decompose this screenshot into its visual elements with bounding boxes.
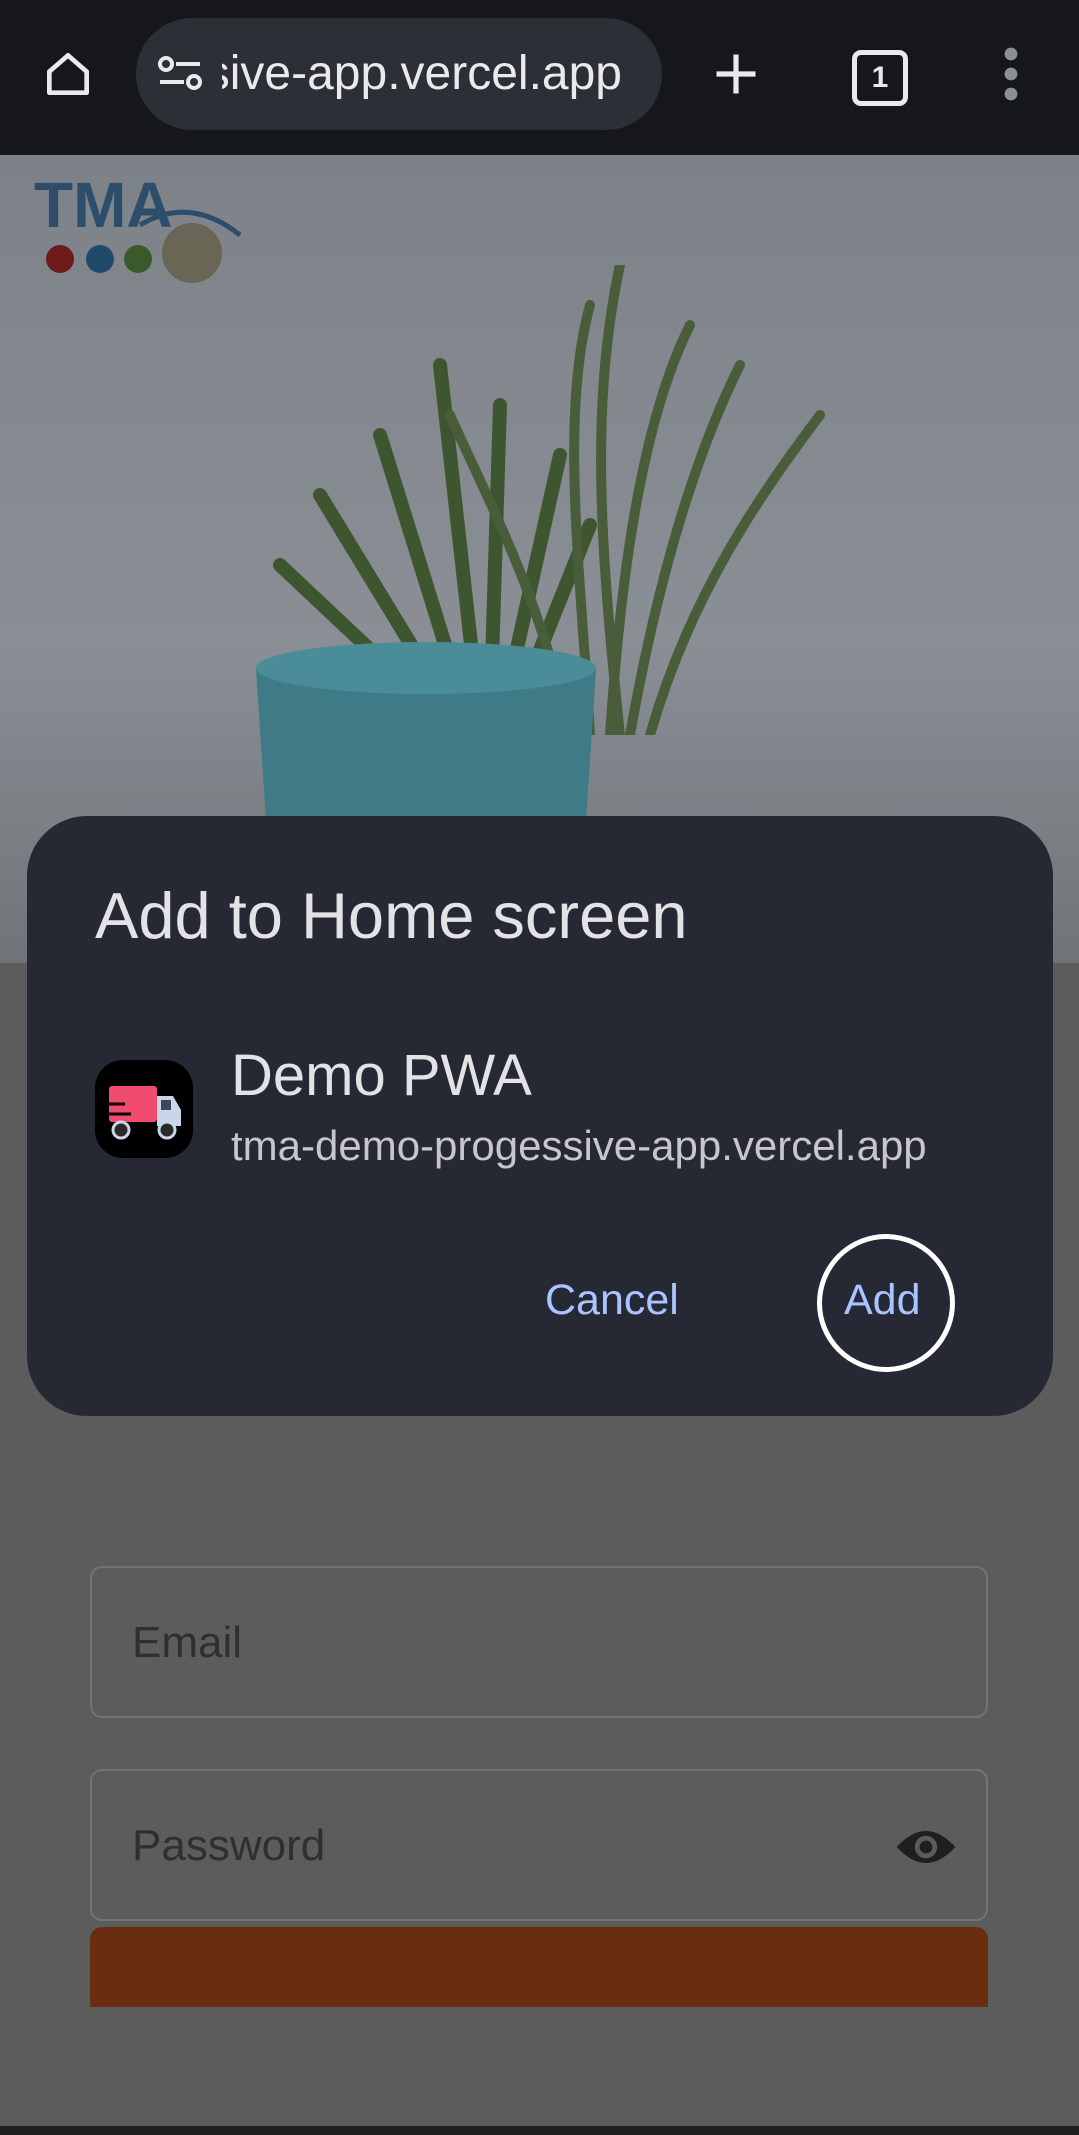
email-field[interactable]: Email <box>90 1566 988 1718</box>
password-placeholder: Password <box>132 1821 326 1870</box>
more-options-icon[interactable] <box>975 38 1047 110</box>
add-to-home-dialog: Add to Home screen Demo PWA tma-demo-pro… <box>27 816 1053 1416</box>
home-icon[interactable] <box>32 38 104 110</box>
dialog-title: Add to Home screen <box>95 879 688 952</box>
site-settings-icon[interactable] <box>158 54 202 94</box>
tma-logo: TMA <box>34 169 242 283</box>
password-field[interactable]: Password <box>90 1769 988 1921</box>
svg-text:TMA: TMA <box>34 169 173 241</box>
login-button[interactable] <box>90 1927 988 2007</box>
browser-toolbar: sive-app.vercel.app 1 <box>0 0 1079 155</box>
navigation-bar <box>0 2126 1079 2135</box>
new-tab-icon[interactable] <box>700 38 772 110</box>
app-name[interactable]: Demo PWA <box>231 1042 532 1109</box>
app-url: tma-demo-progessive-app.vercel.app <box>231 1122 927 1169</box>
visibility-icon[interactable] <box>894 1817 958 1877</box>
truck-app-icon <box>95 1060 193 1158</box>
tab-switcher-icon[interactable]: 1 <box>852 50 908 106</box>
address-bar[interactable]: sive-app.vercel.app <box>136 18 662 130</box>
url-text[interactable]: sive-app.vercel.app <box>222 18 622 130</box>
cancel-button[interactable]: Cancel <box>545 1276 679 1325</box>
email-placeholder: Email <box>132 1618 243 1667</box>
add-button[interactable]: Add <box>844 1276 921 1325</box>
